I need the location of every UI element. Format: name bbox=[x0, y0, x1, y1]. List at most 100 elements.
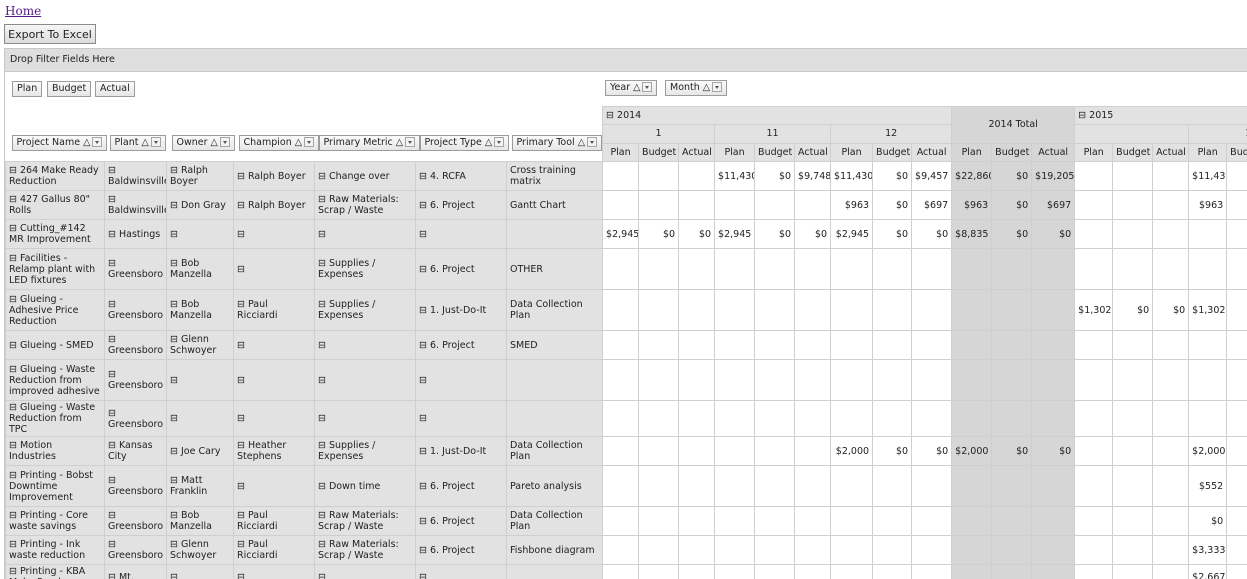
row-field-primary-metric[interactable]: Primary Metric △ bbox=[319, 135, 421, 151]
owner-cell[interactable]: ⊟ Bob Manzella bbox=[167, 249, 234, 290]
plant-cell[interactable]: ⊟ Mt. bbox=[105, 565, 167, 579]
filter-drop-area[interactable]: Drop Filter Fields Here bbox=[5, 49, 1247, 72]
project-name-cell[interactable]: ⊟ Glueing - Adhesive Price Reduction bbox=[6, 290, 105, 331]
champion-cell[interactable]: ⊟ bbox=[234, 565, 315, 579]
project-name-cell[interactable]: ⊟ Glueing - Waste Reduction from improve… bbox=[6, 360, 105, 401]
project-type-cell[interactable]: ⊟ 1. Just-Do-It bbox=[416, 290, 507, 331]
project-type-cell[interactable]: ⊟ bbox=[416, 360, 507, 401]
project-name-cell[interactable]: ⊟ 427 Gallus 80" Rolls bbox=[6, 191, 105, 220]
filter-dropdown-icon[interactable] bbox=[494, 137, 504, 147]
owner-cell[interactable]: ⊟ Bob Manzella bbox=[167, 507, 234, 536]
primary-metric-cell[interactable]: ⊟ bbox=[315, 401, 416, 437]
project-name-cell[interactable]: ⊟ Glueing - Waste Reduction from TPC bbox=[6, 401, 105, 437]
primary-metric-cell[interactable]: ⊟ Raw Materials: Scrap / Waste bbox=[315, 191, 416, 220]
project-type-cell[interactable]: ⊟ bbox=[416, 220, 507, 249]
owner-cell[interactable]: ⊟ Joe Cary bbox=[167, 437, 234, 466]
owner-cell[interactable]: ⊟ bbox=[167, 220, 234, 249]
owner-cell[interactable]: ⊟ Don Gray bbox=[167, 191, 234, 220]
primary-metric-cell[interactable]: ⊟ bbox=[315, 220, 416, 249]
filter-dropdown-icon[interactable] bbox=[712, 82, 722, 92]
filter-dropdown-icon[interactable] bbox=[642, 82, 652, 92]
project-type-cell[interactable]: ⊟ 6. Project bbox=[416, 536, 507, 565]
champion-cell[interactable]: ⊟ Paul Ricciardi bbox=[234, 290, 315, 331]
primary-metric-cell[interactable]: ⊟ Raw Materials: Scrap / Waste bbox=[315, 536, 416, 565]
project-type-cell[interactable]: ⊟ 6. Project bbox=[416, 466, 507, 507]
plant-cell[interactable]: ⊟ Greensboro bbox=[105, 249, 167, 290]
owner-cell[interactable]: ⊟ Glenn Schwoyer bbox=[167, 536, 234, 565]
champion-cell[interactable]: ⊟ bbox=[234, 220, 315, 249]
row-field-project-type[interactable]: Project Type △ bbox=[420, 135, 510, 151]
column-field-year[interactable]: Year △ bbox=[605, 80, 657, 96]
filter-dropdown-icon[interactable] bbox=[304, 137, 314, 147]
project-type-cell[interactable]: ⊟ bbox=[416, 565, 507, 579]
project-name-cell[interactable]: ⊟ Printing - Ink waste reduction bbox=[6, 536, 105, 565]
data-field-budget[interactable]: Budget bbox=[47, 81, 91, 97]
year-header-2015[interactable]: ⊟ 2015 bbox=[1075, 107, 1247, 125]
plant-cell[interactable]: ⊟ Greensboro bbox=[105, 466, 167, 507]
champion-cell[interactable]: ⊟ Ralph Boyer bbox=[234, 191, 315, 220]
project-type-cell[interactable]: ⊟ 6. Project bbox=[416, 191, 507, 220]
plant-cell[interactable]: ⊟ Hastings bbox=[105, 220, 167, 249]
champion-cell[interactable]: ⊟ bbox=[234, 360, 315, 401]
champion-cell[interactable]: ⊟ bbox=[234, 249, 315, 290]
champion-cell[interactable]: ⊟ Heather Stephens bbox=[234, 437, 315, 466]
project-name-cell[interactable]: ⊟ Printing - Core waste savings bbox=[6, 507, 105, 536]
primary-metric-cell[interactable]: ⊟ Supplies / Expenses bbox=[315, 290, 416, 331]
champion-cell[interactable]: ⊟ Paul Ricciardi bbox=[234, 507, 315, 536]
export-to-excel-button[interactable]: Export To Excel bbox=[4, 24, 96, 44]
primary-metric-cell[interactable]: ⊟ bbox=[315, 360, 416, 401]
row-field-owner[interactable]: Owner △ bbox=[172, 135, 235, 151]
primary-metric-cell[interactable]: ⊟ Supplies / Expenses bbox=[315, 249, 416, 290]
year-header-2014[interactable]: ⊟ 2014 bbox=[603, 107, 952, 125]
filter-dropdown-icon[interactable] bbox=[220, 137, 230, 147]
plant-cell[interactable]: ⊟ Baldwinsville bbox=[105, 162, 167, 191]
champion-cell[interactable]: ⊟ bbox=[234, 466, 315, 507]
owner-cell[interactable]: ⊟ Bob Manzella bbox=[167, 290, 234, 331]
project-name-cell[interactable]: ⊟ Printing - KBA Make Ready bbox=[6, 565, 105, 579]
primary-metric-cell[interactable]: ⊟ bbox=[315, 565, 416, 579]
filter-dropdown-icon[interactable] bbox=[151, 137, 161, 147]
champion-cell[interactable]: ⊟ bbox=[234, 331, 315, 360]
plant-cell[interactable]: ⊟ Greensboro bbox=[105, 331, 167, 360]
primary-metric-cell[interactable]: ⊟ Down time bbox=[315, 466, 416, 507]
filter-dropdown-icon[interactable] bbox=[405, 137, 415, 147]
owner-cell[interactable]: ⊟ Matt Franklin bbox=[167, 466, 234, 507]
plant-cell[interactable]: ⊟ Greensboro bbox=[105, 290, 167, 331]
primary-metric-cell[interactable]: ⊟ Raw Materials: Scrap / Waste bbox=[315, 507, 416, 536]
primary-metric-cell[interactable]: ⊟ bbox=[315, 331, 416, 360]
primary-metric-cell[interactable]: ⊟ Supplies / Expenses bbox=[315, 437, 416, 466]
project-name-cell[interactable]: ⊟ Glueing - SMED bbox=[6, 331, 105, 360]
plant-cell[interactable]: ⊟ Greensboro bbox=[105, 360, 167, 401]
owner-cell[interactable]: ⊟ bbox=[167, 360, 234, 401]
project-name-cell[interactable]: ⊟ Cutting_#142 MR Improvement bbox=[6, 220, 105, 249]
champion-cell[interactable]: ⊟ bbox=[234, 401, 315, 437]
project-type-cell[interactable]: ⊟ 6. Project bbox=[416, 249, 507, 290]
plant-cell[interactable]: ⊟ Kansas City bbox=[105, 437, 167, 466]
column-field-month[interactable]: Month △ bbox=[665, 80, 727, 96]
primary-metric-cell[interactable]: ⊟ Change over bbox=[315, 162, 416, 191]
project-type-cell[interactable]: ⊟ bbox=[416, 401, 507, 437]
champion-cell[interactable]: ⊟ Ralph Boyer bbox=[234, 162, 315, 191]
filter-dropdown-icon[interactable] bbox=[92, 137, 102, 147]
champion-cell[interactable]: ⊟ Paul Ricciardi bbox=[234, 536, 315, 565]
row-field-primary-tool[interactable]: Primary Tool △ bbox=[512, 135, 603, 151]
project-name-cell[interactable]: ⊟ Motion Industries bbox=[6, 437, 105, 466]
plant-cell[interactable]: ⊟ Greensboro bbox=[105, 536, 167, 565]
row-field-project-name[interactable]: Project Name △ bbox=[12, 135, 108, 151]
project-type-cell[interactable]: ⊟ 4. RCFA bbox=[416, 162, 507, 191]
row-field-champion[interactable]: Champion △ bbox=[239, 135, 320, 151]
owner-cell[interactable]: ⊟ Ralph Boyer bbox=[167, 162, 234, 191]
owner-cell[interactable]: ⊟ Glenn Schwoyer bbox=[167, 331, 234, 360]
row-field-plant[interactable]: Plant △ bbox=[110, 135, 166, 151]
project-type-cell[interactable]: ⊟ 6. Project bbox=[416, 331, 507, 360]
project-type-cell[interactable]: ⊟ 1. Just-Do-It bbox=[416, 437, 507, 466]
project-name-cell[interactable]: ⊟ Facilities - Relamp plant with LED fix… bbox=[6, 249, 105, 290]
plant-cell[interactable]: ⊟ Greensboro bbox=[105, 401, 167, 437]
filter-dropdown-icon[interactable] bbox=[587, 137, 597, 147]
data-field-plan[interactable]: Plan bbox=[12, 81, 42, 97]
project-name-cell[interactable]: ⊟ Printing - Bobst Downtime Improvement bbox=[6, 466, 105, 507]
owner-cell[interactable]: ⊟ bbox=[167, 401, 234, 437]
project-type-cell[interactable]: ⊟ 6. Project bbox=[416, 507, 507, 536]
plant-cell[interactable]: ⊟ Baldwinsville bbox=[105, 191, 167, 220]
project-name-cell[interactable]: ⊟ 264 Make Ready Reduction bbox=[6, 162, 105, 191]
